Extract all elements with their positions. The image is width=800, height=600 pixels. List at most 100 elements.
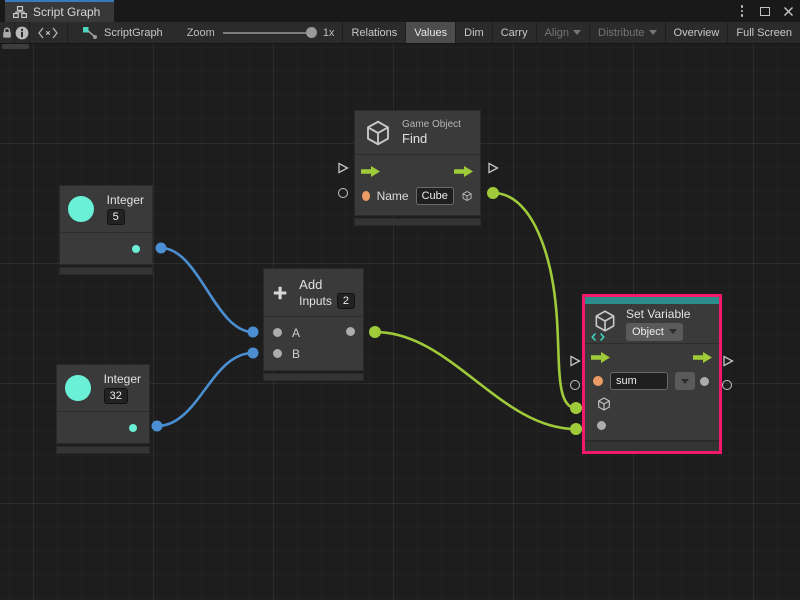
flow-input-arrow-icon[interactable] xyxy=(361,166,381,177)
wire-add-to-setvariable-value[interactable] xyxy=(375,332,576,429)
wire-integer32-to-add-b[interactable] xyxy=(157,353,253,426)
node-set-variable[interactable]: Set Variable Object xyxy=(582,294,722,454)
graph-canvas[interactable]: Integer 5 Integer 32 xyxy=(0,44,800,600)
node-gameobject-find[interactable]: Game Object Find Na xyxy=(354,110,481,226)
name-input-port[interactable] xyxy=(362,191,370,201)
script-graph-icon xyxy=(82,26,98,40)
inputs-label: Inputs xyxy=(299,294,332,308)
graph-name-label: ScriptGraph xyxy=(104,27,163,39)
variable-chevrons-icon xyxy=(590,332,606,342)
distribute-dropdown[interactable]: Distribute xyxy=(589,22,664,43)
code-view-button[interactable] xyxy=(30,22,68,43)
variable-scope-dropdown[interactable]: Object xyxy=(626,323,683,341)
node-title: Find xyxy=(402,131,461,146)
tab-title: Script Graph xyxy=(33,5,100,19)
name-label: Name xyxy=(377,189,409,203)
node-title: Integer xyxy=(107,193,144,207)
unity-script-graph-window: Script Graph xyxy=(0,0,800,600)
find-node-header[interactable]: Game Object Find xyxy=(355,111,480,155)
flow-output-arrow-icon[interactable] xyxy=(693,352,713,363)
node-add[interactable]: Add Inputs 2 A B xyxy=(263,268,364,381)
plus-icon xyxy=(272,280,288,306)
zoom-slider[interactable] xyxy=(223,32,315,34)
info-button[interactable] xyxy=(15,22,30,43)
gameobject-target-port[interactable] xyxy=(596,396,612,412)
variable-cube-icon xyxy=(592,308,618,334)
node-title: Add xyxy=(299,277,355,292)
port-b-label: B xyxy=(292,347,300,361)
values-button[interactable]: Values xyxy=(405,22,455,43)
graph-hierarchy-icon xyxy=(13,6,27,18)
zoom-control: Zoom 1x xyxy=(173,22,343,43)
variable-name-dropdown[interactable] xyxy=(675,372,695,390)
tab-script-graph[interactable]: Script Graph xyxy=(5,0,114,22)
node-footer xyxy=(59,267,153,275)
variable-header-strip xyxy=(585,297,719,304)
info-icon xyxy=(15,26,29,40)
zoom-label: Zoom xyxy=(187,27,215,39)
wire-find-to-setvariable-object[interactable] xyxy=(493,193,576,408)
lock-button[interactable] xyxy=(0,22,15,43)
fullscreen-button[interactable]: Full Screen xyxy=(727,22,800,43)
variable-name-field[interactable]: sum xyxy=(610,372,668,390)
add-output-port[interactable] xyxy=(346,327,355,336)
zoom-slider-handle[interactable] xyxy=(306,27,317,38)
add-input-a-port[interactable] xyxy=(273,328,282,337)
align-dropdown[interactable]: Align xyxy=(536,22,589,43)
setvar-flow-out-indicator[interactable] xyxy=(722,355,734,367)
node-integer-32[interactable]: Integer 32 xyxy=(56,364,150,454)
node-footer xyxy=(263,373,364,381)
toolbar-buttons: Relations Values Dim Carry Align Distrib… xyxy=(342,22,800,43)
node-footer xyxy=(56,446,150,454)
setvar-name-in-indicator[interactable] xyxy=(570,380,580,390)
title-bar: Script Graph xyxy=(0,0,800,22)
add-input-b-port[interactable] xyxy=(273,349,282,358)
dim-button[interactable]: Dim xyxy=(455,22,492,43)
overview-button[interactable]: Overview xyxy=(665,22,728,43)
flow-output-arrow-icon[interactable] xyxy=(454,166,474,177)
node-integer-5[interactable]: Integer 5 xyxy=(59,185,153,275)
find-flow-out-indicator[interactable] xyxy=(487,162,499,174)
zoom-value: 1x xyxy=(323,27,335,39)
integer-output-port[interactable] xyxy=(129,424,137,432)
port-a-label: A xyxy=(292,326,300,340)
chevron-down-icon xyxy=(573,30,581,35)
setvariable-output-port[interactable] xyxy=(700,377,709,386)
cube-icon xyxy=(363,118,393,148)
window-controls xyxy=(734,0,796,22)
close-icon[interactable] xyxy=(780,3,796,19)
flow-input-arrow-icon[interactable] xyxy=(591,352,611,363)
add-node-header[interactable]: Add Inputs 2 xyxy=(264,269,363,317)
carry-button[interactable]: Carry xyxy=(492,22,536,43)
set-variable-header[interactable]: Set Variable Object xyxy=(585,304,719,344)
inputs-count-field[interactable]: 2 xyxy=(337,293,355,309)
node-footer xyxy=(585,442,719,451)
chevron-down-icon xyxy=(649,30,657,35)
value-input-port[interactable] xyxy=(597,421,606,430)
relations-button[interactable]: Relations xyxy=(342,22,405,43)
find-name-in-indicator[interactable] xyxy=(338,188,348,198)
integer-value-field[interactable]: 5 xyxy=(107,209,125,225)
setvar-flow-in-indicator[interactable] xyxy=(569,355,581,367)
wire-integer5-to-add-a[interactable] xyxy=(161,248,253,332)
lock-icon xyxy=(0,26,14,40)
chevron-down-icon xyxy=(669,329,677,334)
integer-node-header[interactable]: Integer 5 xyxy=(60,186,152,233)
node-title: Set Variable xyxy=(626,307,690,321)
graph-breadcrumb[interactable]: ScriptGraph xyxy=(68,22,173,43)
variable-name-port[interactable] xyxy=(593,376,603,386)
window-menu-icon[interactable] xyxy=(734,3,750,19)
setvar-value-out-indicator[interactable] xyxy=(722,380,732,390)
node-category: Game Object xyxy=(402,119,461,130)
integer-value-field[interactable]: 32 xyxy=(104,388,128,404)
integer-node-header[interactable]: Integer 32 xyxy=(57,365,149,412)
find-flow-in-indicator[interactable] xyxy=(337,162,349,174)
chevron-down-icon xyxy=(681,379,689,384)
integer-type-icon xyxy=(68,196,94,222)
integer-output-port[interactable] xyxy=(132,245,140,253)
graph-toolbar: ScriptGraph Zoom 1x Relations Values Dim… xyxy=(0,22,800,44)
node-title: Integer xyxy=(104,372,141,386)
name-value-field[interactable]: Cube xyxy=(416,187,454,205)
gameobject-output-port[interactable] xyxy=(461,188,473,204)
maximize-icon[interactable] xyxy=(757,3,773,19)
